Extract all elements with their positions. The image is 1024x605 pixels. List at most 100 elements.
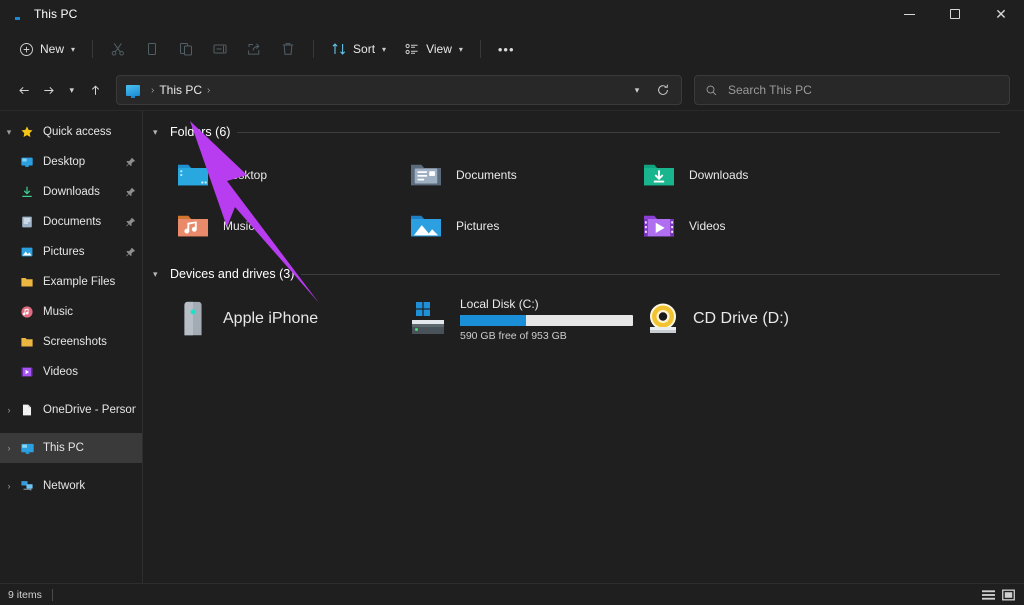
- more-options-button[interactable]: •••: [489, 34, 524, 64]
- chevron-down-icon[interactable]: ▾: [153, 269, 163, 280]
- address-dropdown-button[interactable]: ▾: [625, 78, 649, 102]
- new-button[interactable]: New ▾: [10, 34, 84, 64]
- folder-item-music[interactable]: Music: [153, 200, 386, 251]
- sidebar-item-label: Network: [43, 480, 86, 492]
- folder-item-downloads[interactable]: Downloads: [619, 149, 852, 200]
- share-icon: [246, 41, 262, 57]
- folder-item-documents[interactable]: Documents: [386, 149, 619, 200]
- search-input[interactable]: [728, 83, 999, 97]
- sidebar-item-desktop[interactable]: Desktop: [0, 147, 142, 177]
- capacity-text: 590 GB free of 953 GB: [460, 329, 567, 342]
- paste-button[interactable]: [169, 34, 203, 64]
- videos-folder-icon: [641, 210, 677, 242]
- device-item-local-disk-c[interactable]: Local Disk (C:) 590 GB free of 953 GB: [386, 291, 633, 347]
- folder-item-label: Documents: [456, 167, 517, 182]
- folder-icon: [18, 275, 36, 289]
- sidebar-item-screenshots[interactable]: Screenshots: [0, 327, 142, 357]
- view-button[interactable]: View ▾: [395, 34, 472, 64]
- sidebar-item-network[interactable]: › Network: [0, 471, 142, 501]
- window-controls: ✕: [886, 0, 1024, 28]
- up-button[interactable]: [85, 75, 107, 105]
- folder-item-label: Downloads: [689, 167, 749, 182]
- view-button-label: View: [426, 42, 452, 56]
- folder-item-label: Music: [223, 218, 255, 233]
- music-folder-icon: [175, 210, 211, 242]
- this-pc-icon: [126, 84, 140, 98]
- copy-button[interactable]: [135, 34, 169, 64]
- documents-icon: [18, 215, 36, 229]
- address-bar[interactable]: › This PC › ▾: [116, 75, 682, 105]
- device-item-apple-iphone[interactable]: Apple iPhone: [153, 291, 386, 347]
- device-item-label: CD Drive (D:): [693, 310, 789, 327]
- copy-icon: [144, 41, 160, 57]
- videos-icon: [18, 365, 36, 379]
- devices-section-header[interactable]: ▾ Devices and drives (3): [153, 263, 1024, 285]
- breadcrumb-separator: ›: [207, 84, 211, 96]
- sidebar-item-label: This PC: [43, 442, 84, 454]
- sidebar-item-documents[interactable]: Documents: [0, 207, 142, 237]
- title-bar: This PC ✕: [0, 0, 1024, 28]
- folder-item-label: Desktop: [223, 167, 268, 182]
- back-button[interactable]: [14, 75, 36, 105]
- capacity-bar: [460, 314, 633, 326]
- windows-drive-icon: [408, 302, 448, 335]
- chevron-right-icon[interactable]: ›: [0, 443, 18, 453]
- this-pc-monitor-icon: [10, 6, 26, 22]
- chevron-right-icon[interactable]: ›: [0, 405, 18, 415]
- navigation-pane: ▾ Quick access Desktop Downloads Documen…: [0, 111, 143, 583]
- sidebar-item-videos[interactable]: Videos: [0, 357, 142, 387]
- portable-device-icon: [175, 301, 211, 336]
- maximize-button[interactable]: [932, 0, 978, 28]
- item-count-label: 9 items: [8, 588, 42, 601]
- sidebar-item-label: Music: [43, 306, 74, 318]
- rename-button[interactable]: [203, 34, 237, 64]
- large-icons-view-icon[interactable]: [1000, 588, 1016, 602]
- rename-icon: [212, 41, 228, 57]
- refresh-button[interactable]: [651, 78, 675, 102]
- chevron-down-icon: ▾: [382, 44, 387, 54]
- sidebar-item-this-pc[interactable]: › This PC: [0, 433, 142, 463]
- cut-button[interactable]: [101, 34, 135, 64]
- sidebar-item-example-files[interactable]: Example Files: [0, 267, 142, 297]
- sidebar-item-downloads[interactable]: Downloads: [0, 177, 142, 207]
- close-button[interactable]: ✕: [978, 0, 1024, 28]
- explorer-body: ▾ Quick access Desktop Downloads Documen…: [0, 110, 1024, 583]
- section-divider: [301, 273, 1000, 275]
- scissors-icon: [110, 41, 126, 57]
- device-item-cd-drive-d[interactable]: CD Drive (D:): [623, 291, 856, 347]
- chevron-down-icon[interactable]: ▾: [153, 127, 163, 138]
- recent-locations-button[interactable]: ▾: [61, 75, 83, 105]
- details-view-icon[interactable]: [980, 588, 996, 602]
- cd-drive-icon: [645, 303, 681, 335]
- sidebar-item-pictures[interactable]: Pictures: [0, 237, 142, 267]
- sidebar-item-onedrive[interactable]: › OneDrive - Personal: [0, 395, 142, 425]
- breadcrumb-this-pc[interactable]: This PC: [159, 83, 202, 97]
- search-box[interactable]: [694, 75, 1010, 105]
- toolbar-divider-3: [479, 40, 481, 58]
- folder-item-desktop[interactable]: Desktop: [153, 149, 386, 200]
- pin-icon: [125, 157, 136, 168]
- delete-button[interactable]: [271, 34, 305, 64]
- new-button-label: New: [40, 42, 65, 56]
- sort-button-label: Sort: [353, 42, 376, 56]
- share-button[interactable]: [237, 34, 271, 64]
- chevron-down-icon[interactable]: ▾: [0, 127, 18, 138]
- minimize-button[interactable]: [886, 0, 932, 28]
- folders-section-title: Folders (6): [170, 125, 231, 139]
- documents-folder-icon: [408, 159, 444, 191]
- folder-item-videos[interactable]: Videos: [619, 200, 852, 251]
- folders-section-header[interactable]: ▾ Folders (6): [153, 121, 1024, 143]
- chevron-right-icon[interactable]: ›: [0, 481, 18, 491]
- downloads-icon: [18, 185, 36, 199]
- folder-item-pictures[interactable]: Pictures: [386, 200, 619, 251]
- chevron-down-icon: ▾: [71, 44, 76, 54]
- sidebar-item-label: Screenshots: [43, 336, 107, 348]
- sidebar-item-music[interactable]: Music: [0, 297, 142, 327]
- sidebar-item-quick-access[interactable]: ▾ Quick access: [0, 117, 142, 147]
- sort-button[interactable]: Sort ▾: [322, 34, 395, 64]
- status-bar: 9 items: [0, 583, 1024, 605]
- forward-button[interactable]: [38, 75, 60, 105]
